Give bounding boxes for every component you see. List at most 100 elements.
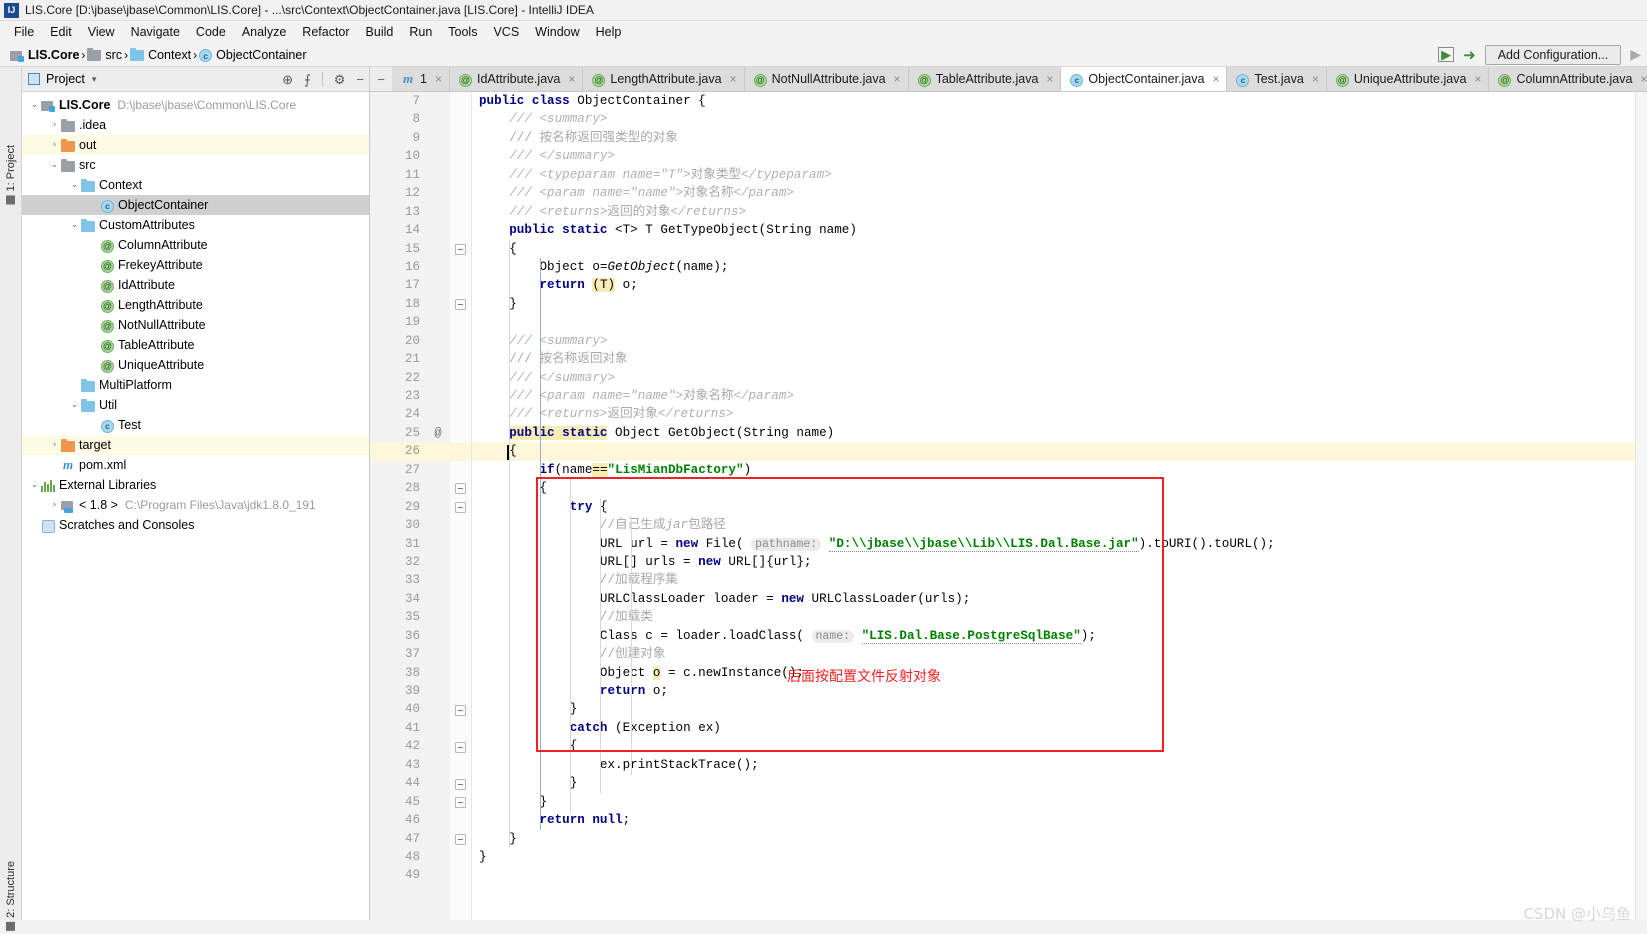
code-line[interactable]: URL[] urls = new URL[]{url}; <box>479 553 1635 571</box>
tree-node-idattribute[interactable]: @ IdAttribute <box>22 275 369 295</box>
tree-node-target[interactable]: › target <box>22 435 369 455</box>
code-line[interactable]: public static Object GetObject(String na… <box>479 424 1635 442</box>
run-icon[interactable]: ▶ <box>1630 46 1641 63</box>
close-icon[interactable]: × <box>730 72 737 86</box>
fold-toggle-icon[interactable] <box>455 501 466 513</box>
editor-tab-idattribute-java[interactable]: @ IdAttribute.java × <box>449 67 584 91</box>
menu-item-help[interactable]: Help <box>588 23 630 41</box>
code-line[interactable]: } <box>479 774 1635 792</box>
collapse-all-icon[interactable]: ⨍ <box>304 73 311 86</box>
code-line[interactable]: { <box>479 737 1635 755</box>
code-line[interactable]: /// <typeparam name="T">对象类型</typeparam> <box>479 166 1635 184</box>
chevron-down-icon[interactable]: ⌄ <box>68 180 81 190</box>
close-icon[interactable]: × <box>1212 72 1219 86</box>
tree-node--1-8-[interactable]: › < 1.8 > C:\Program Files\Java\jdk1.8.0_1… <box>22 495 369 515</box>
fold-toggle-icon[interactable] <box>455 741 466 753</box>
hide-icon[interactable]: − <box>356 73 364 86</box>
code-line[interactable]: return null; <box>479 811 1635 829</box>
build-hammer-icon[interactable]: ➜ <box>1463 46 1476 64</box>
tree-node-objectcontainer[interactable]: c ObjectContainer <box>22 195 369 215</box>
select-run-config-icon[interactable]: ▶ <box>1438 47 1455 62</box>
code-line[interactable]: catch (Exception ex) <box>479 719 1635 737</box>
editor-tab-objectcontainer-java[interactable]: c ObjectContainer.java × <box>1061 67 1228 91</box>
chevron-down-icon[interactable]: ⌄ <box>68 220 81 230</box>
tree-node-pom-xml[interactable]: m pom.xml <box>22 455 369 475</box>
tree-node-tableattribute[interactable]: @ TableAttribute <box>22 335 369 355</box>
menu-item-navigate[interactable]: Navigate <box>123 23 188 41</box>
menu-item-run[interactable]: Run <box>401 23 440 41</box>
tree-node-columnattribute[interactable]: @ ColumnAttribute <box>22 235 369 255</box>
code-line[interactable]: Object o = c.newInstance(); <box>479 664 1635 682</box>
fold-toggle-icon[interactable] <box>455 704 466 716</box>
editor-tab-columnattribute-java[interactable]: @ ColumnAttribute.java × <box>1489 67 1647 91</box>
code-line[interactable]: /// <summary> <box>479 110 1635 128</box>
code-line[interactable]: } <box>479 295 1635 313</box>
close-icon[interactable]: × <box>1474 72 1481 86</box>
editor-tab-tableattribute-java[interactable]: @ TableAttribute.java × <box>908 67 1062 91</box>
menu-item-tools[interactable]: Tools <box>440 23 485 41</box>
fold-toggle-icon[interactable] <box>455 483 466 495</box>
code-line[interactable]: //创建对象 <box>479 645 1635 663</box>
tree-node-scratches-and-consoles[interactable]: Scratches and Consoles <box>22 515 369 535</box>
editor-tab-notnullattribute-java[interactable]: @ NotNullAttribute.java × <box>744 67 909 91</box>
code-line[interactable]: Class c = loader.loadClass( name: "LIS.D… <box>479 627 1635 645</box>
tree-node-notnullattribute[interactable]: @ NotNullAttribute <box>22 315 369 335</box>
tree-node-lengthattribute[interactable]: @ LengthAttribute <box>22 295 369 315</box>
code-line[interactable]: if(name=="LisMianDbFactory") <box>479 461 1635 479</box>
chevron-down-icon[interactable]: ⌄ <box>68 400 81 410</box>
close-icon[interactable]: × <box>1640 72 1647 86</box>
code-line[interactable]: /// <returns>返回对象</returns> <box>479 405 1635 423</box>
chevron-down-icon[interactable]: ▾ <box>92 74 97 85</box>
menu-item-build[interactable]: Build <box>358 23 402 41</box>
breadcrumb-item-objectcontainer[interactable]: c ObjectContainer <box>197 48 308 62</box>
code-line[interactable]: /// <summary> <box>479 332 1635 350</box>
code-line[interactable]: public static <T> T GetTypeObject(String… <box>479 221 1635 239</box>
breadcrumb-item-context[interactable]: Context <box>128 48 193 62</box>
menu-item-analyze[interactable]: Analyze <box>234 23 294 41</box>
code-line[interactable]: ex.printStackTrace(); <box>479 756 1635 774</box>
add-configuration-button[interactable]: Add Configuration... <box>1484 44 1622 65</box>
code-line[interactable]: } <box>479 793 1635 811</box>
code-line[interactable]: return o; <box>479 682 1635 700</box>
code-line[interactable]: { <box>479 479 1635 497</box>
code-line[interactable]: public class ObjectContainer { <box>479 92 1635 110</box>
code-line[interactable]: URLClassLoader loader = new URLClassLoad… <box>479 590 1635 608</box>
chevron-down-icon[interactable]: ⌄ <box>28 100 41 110</box>
code-line[interactable]: //自己生成jar包路径 <box>479 516 1635 534</box>
code-folding-gutter[interactable] <box>450 92 472 920</box>
fold-toggle-icon[interactable] <box>455 298 466 310</box>
editor-tab-test-java[interactable]: c Test.java × <box>1227 67 1327 91</box>
tree-node-frekeyattribute[interactable]: @ FrekeyAttribute <box>22 255 369 275</box>
code-line[interactable]: /// <param name="name">对象名称</param> <box>479 387 1635 405</box>
code-line[interactable]: //加载类 <box>479 608 1635 626</box>
code-line[interactable]: /// 按名称返回对象 <box>479 350 1635 368</box>
code-line[interactable]: Object o=GetObject(name); <box>479 258 1635 276</box>
code-line[interactable] <box>479 866 1635 884</box>
locate-icon[interactable]: ⊕ <box>282 73 293 86</box>
tree-node-lis-core[interactable]: ⌄ LIS.Core D:\jbase\jbase\Common\LIS.Core <box>22 95 369 115</box>
chevron-right-icon[interactable]: › <box>48 120 61 130</box>
code-line[interactable]: { <box>479 240 1635 258</box>
menu-item-vcs[interactable]: VCS <box>485 23 527 41</box>
code-line[interactable]: /// <param name="name">对象名称</param> <box>479 184 1635 202</box>
menu-item-edit[interactable]: Edit <box>42 23 80 41</box>
close-icon[interactable]: × <box>1312 72 1319 86</box>
fold-toggle-icon[interactable] <box>455 797 466 809</box>
code-line[interactable] <box>479 313 1635 331</box>
fold-toggle-icon[interactable] <box>455 834 466 845</box>
chevron-down-icon[interactable]: ⌄ <box>48 160 61 170</box>
chevron-right-icon[interactable]: › <box>48 440 61 450</box>
tool-window-button-project[interactable]: 1: Project <box>0 141 22 208</box>
tree-node-src[interactable]: ⌄ src <box>22 155 369 175</box>
code-line[interactable]: return (T) o; <box>479 276 1635 294</box>
menu-item-refactor[interactable]: Refactor <box>294 23 357 41</box>
breadcrumb-item-src[interactable]: src <box>85 48 124 62</box>
menu-item-window[interactable]: Window <box>527 23 587 41</box>
editor-tab-uniqueattribute-java[interactable]: @ UniqueAttribute.java × <box>1326 67 1490 91</box>
code-line[interactable]: try { <box>479 498 1635 516</box>
tree-node-external-libraries[interactable]: ⌄ External Libraries <box>22 475 369 495</box>
code-line[interactable]: { <box>472 442 1635 462</box>
tree-node-util[interactable]: ⌄ Util <box>22 395 369 415</box>
hide-editor-tabs-icon[interactable]: − <box>370 67 392 91</box>
gear-icon[interactable]: ⚙ <box>334 73 346 86</box>
